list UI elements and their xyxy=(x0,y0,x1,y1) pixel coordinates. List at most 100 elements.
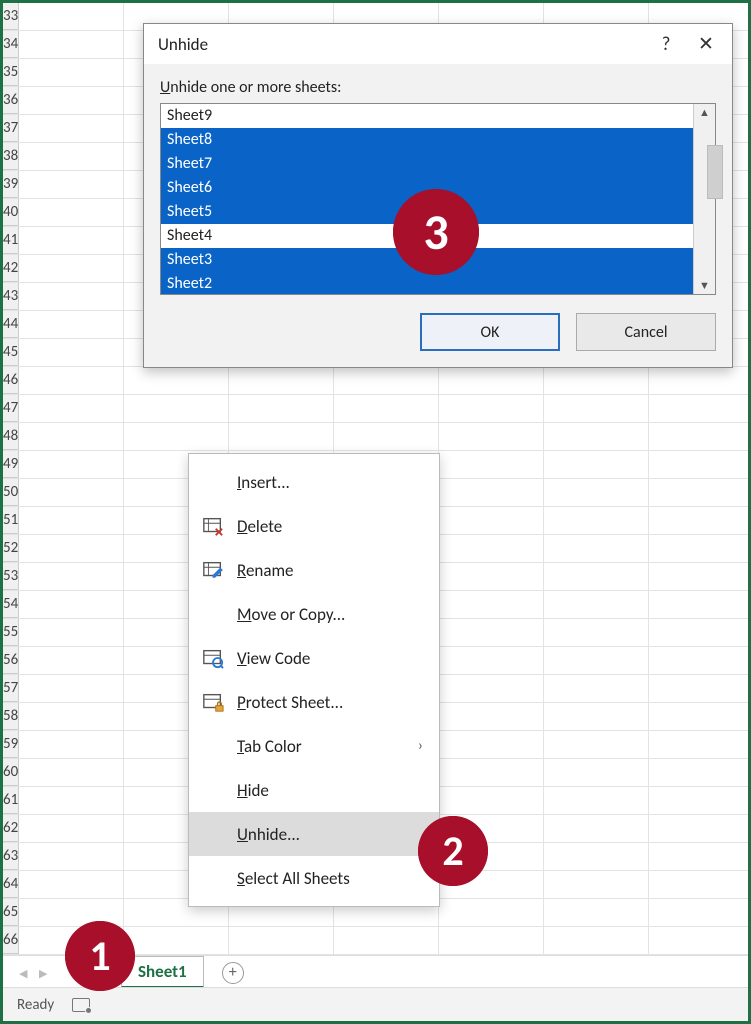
cell[interactable] xyxy=(544,423,649,450)
cell[interactable] xyxy=(334,395,439,422)
cell[interactable] xyxy=(649,647,751,674)
cell[interactable] xyxy=(229,367,334,394)
list-item[interactable]: Sheet8 xyxy=(161,128,693,152)
row-header[interactable]: 52 xyxy=(3,535,19,562)
cell[interactable] xyxy=(439,563,544,590)
cell[interactable] xyxy=(19,787,124,814)
cell[interactable] xyxy=(19,591,124,618)
menu-move-or-copy[interactable]: Move or Copy... xyxy=(189,592,439,636)
cell[interactable] xyxy=(544,871,649,898)
cell[interactable] xyxy=(649,563,751,590)
cell[interactable] xyxy=(19,255,124,282)
menu-view-code[interactable]: View Code xyxy=(189,636,439,680)
cell[interactable] xyxy=(19,423,124,450)
listbox-scrollbar[interactable]: ▲ ▼ xyxy=(693,104,715,294)
row-header[interactable]: 66 xyxy=(3,927,19,954)
cell[interactable] xyxy=(544,731,649,758)
row-header[interactable]: 33 xyxy=(3,3,19,30)
cell[interactable] xyxy=(544,787,649,814)
row-header[interactable]: 65 xyxy=(3,899,19,926)
help-button[interactable]: ? xyxy=(646,33,686,56)
cell[interactable] xyxy=(19,31,124,58)
cell[interactable] xyxy=(649,395,751,422)
menu-hide[interactable]: Hide xyxy=(189,768,439,812)
cell[interactable] xyxy=(544,591,649,618)
row-header[interactable]: 54 xyxy=(3,591,19,618)
scrollbar-down-icon[interactable]: ▼ xyxy=(699,279,710,292)
row-header[interactable]: 47 xyxy=(3,395,19,422)
cell[interactable] xyxy=(544,507,649,534)
cell[interactable] xyxy=(19,395,124,422)
cell[interactable] xyxy=(19,619,124,646)
row-header[interactable]: 35 xyxy=(3,59,19,86)
cell[interactable] xyxy=(649,479,751,506)
cell[interactable] xyxy=(544,815,649,842)
cell[interactable] xyxy=(229,423,334,450)
cell[interactable] xyxy=(649,815,751,842)
row-header[interactable]: 45 xyxy=(3,339,19,366)
row-header[interactable]: 63 xyxy=(3,843,19,870)
row-header[interactable]: 62 xyxy=(3,815,19,842)
row-header[interactable]: 40 xyxy=(3,199,19,226)
row-header[interactable]: 39 xyxy=(3,171,19,198)
cell[interactable] xyxy=(649,759,751,786)
row-header[interactable]: 43 xyxy=(3,283,19,310)
cell[interactable] xyxy=(649,843,751,870)
ok-button[interactable]: OK xyxy=(420,313,560,351)
cell[interactable] xyxy=(439,675,544,702)
cell[interactable] xyxy=(334,423,439,450)
tab-nav-left-icon[interactable]: ◀ xyxy=(13,967,25,979)
cell[interactable] xyxy=(124,395,229,422)
cell[interactable] xyxy=(19,311,124,338)
row-header[interactable]: 55 xyxy=(3,619,19,646)
row-header[interactable]: 34 xyxy=(3,31,19,58)
cell[interactable] xyxy=(544,759,649,786)
cell[interactable] xyxy=(649,675,751,702)
cell[interactable] xyxy=(19,367,124,394)
cell[interactable] xyxy=(649,423,751,450)
menu-protect-sheet[interactable]: Protect Sheet... xyxy=(189,680,439,724)
row-header[interactable]: 38 xyxy=(3,143,19,170)
cell[interactable] xyxy=(19,171,124,198)
cell[interactable] xyxy=(19,843,124,870)
row-header[interactable]: 42 xyxy=(3,255,19,282)
cell[interactable] xyxy=(19,535,124,562)
cell[interactable] xyxy=(439,479,544,506)
cell[interactable] xyxy=(19,199,124,226)
row-header[interactable]: 37 xyxy=(3,115,19,142)
cell[interactable] xyxy=(19,283,124,310)
cell[interactable] xyxy=(19,143,124,170)
cell[interactable] xyxy=(544,451,649,478)
row-header[interactable]: 53 xyxy=(3,563,19,590)
cell[interactable] xyxy=(649,367,751,394)
cell[interactable] xyxy=(544,899,649,926)
cell[interactable] xyxy=(19,479,124,506)
cell[interactable] xyxy=(19,227,124,254)
cell[interactable] xyxy=(439,507,544,534)
row-header[interactable]: 64 xyxy=(3,871,19,898)
cell[interactable] xyxy=(439,451,544,478)
cell[interactable] xyxy=(544,535,649,562)
menu-delete[interactable]: Delete xyxy=(189,504,439,548)
cell[interactable] xyxy=(19,115,124,142)
cell[interactable] xyxy=(334,367,439,394)
cell[interactable] xyxy=(649,591,751,618)
cell[interactable] xyxy=(544,647,649,674)
cell[interactable] xyxy=(544,395,649,422)
cell[interactable] xyxy=(19,647,124,674)
scrollbar-up-icon[interactable]: ▲ xyxy=(699,106,710,119)
cell[interactable] xyxy=(439,647,544,674)
cell[interactable] xyxy=(19,731,124,758)
cell[interactable] xyxy=(19,87,124,114)
close-button[interactable]: ✕ xyxy=(686,33,726,56)
row-header[interactable]: 58 xyxy=(3,703,19,730)
menu-select-all-sheets[interactable]: Select All Sheets xyxy=(189,856,439,900)
cell[interactable] xyxy=(19,3,124,30)
cell[interactable] xyxy=(19,339,124,366)
cell[interactable] xyxy=(649,927,751,954)
cell[interactable] xyxy=(439,703,544,730)
row-header[interactable]: 56 xyxy=(3,647,19,674)
cell[interactable] xyxy=(19,507,124,534)
row-header[interactable]: 36 xyxy=(3,87,19,114)
cell[interactable] xyxy=(649,899,751,926)
